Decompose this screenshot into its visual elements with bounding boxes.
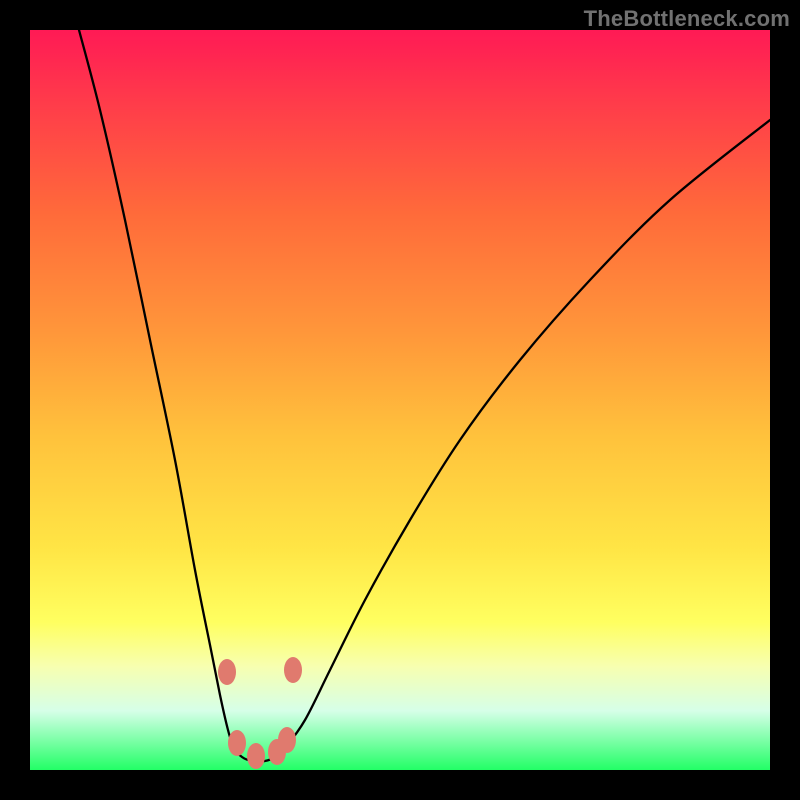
marker-p1 — [218, 659, 236, 685]
chart-svg — [30, 30, 770, 770]
marker-group — [218, 657, 302, 769]
marker-p4 — [247, 743, 265, 769]
marker-p2 — [284, 657, 302, 683]
bottleneck-curve — [79, 30, 770, 762]
chart-frame: TheBottleneck.com — [0, 0, 800, 800]
watermark-text: TheBottleneck.com — [584, 6, 790, 32]
plot-area — [30, 30, 770, 770]
marker-p3 — [228, 730, 246, 756]
marker-p6 — [278, 727, 296, 753]
